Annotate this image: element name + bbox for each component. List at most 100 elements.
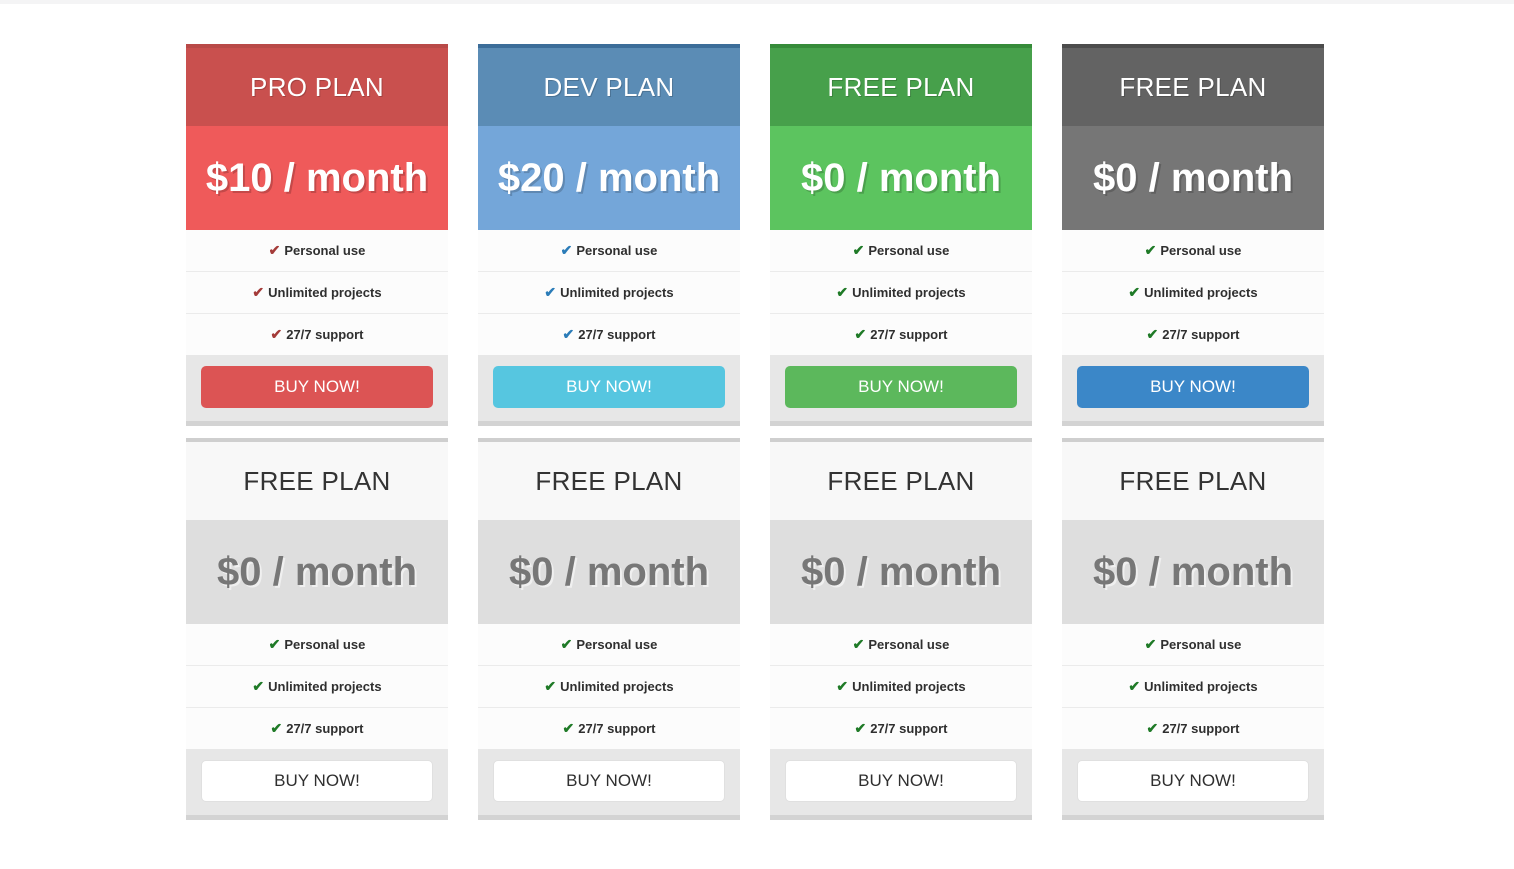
- feature-item: ✔ 27/7 support: [478, 313, 740, 355]
- plan-title: FREE PLAN: [186, 442, 448, 520]
- feature-item: ✔ Unlimited projects: [478, 665, 740, 707]
- feature-item: ✔ Personal use: [770, 230, 1032, 271]
- feature-list: ✔ Personal use ✔ Unlimited projects ✔ 27/7 …: [186, 230, 448, 355]
- card-footer: BUY NOW!: [1062, 355, 1324, 421]
- feature-label: Unlimited projects: [560, 285, 674, 300]
- buy-now-button[interactable]: BUY NOW!: [1077, 366, 1309, 408]
- check-icon: ✔: [252, 678, 265, 694]
- check-icon: ✔: [544, 284, 557, 300]
- buy-now-button[interactable]: BUY NOW!: [493, 760, 725, 802]
- feature-label: 27/7 support: [870, 327, 948, 342]
- feature-item: ✔ Personal use: [1062, 624, 1324, 665]
- pricing-card-dev-plan[interactable]: DEV PLAN $20 / month ✔ Personal use ✔ Unli…: [478, 44, 740, 426]
- check-icon: ✔: [268, 242, 281, 258]
- card-footer: BUY NOW!: [478, 749, 740, 815]
- pricing-card-free-plan-default-3[interactable]: FREE PLAN $0 / month ✔ Personal use ✔ Unli…: [770, 438, 1032, 820]
- feature-label: Personal use: [284, 243, 366, 258]
- pricing-card-free-plan-default-2[interactable]: FREE PLAN $0 / month ✔ Personal use ✔ Unli…: [478, 438, 740, 820]
- card-footer: BUY NOW!: [186, 355, 448, 421]
- check-icon: ✔: [1144, 636, 1157, 652]
- plan-price: $10 / month: [186, 126, 448, 230]
- check-icon: ✔: [544, 678, 557, 694]
- plan-title: FREE PLAN: [1062, 48, 1324, 126]
- pricing-card-free-plan-green[interactable]: FREE PLAN $0 / month ✔ Personal use ✔ Unli…: [770, 44, 1032, 426]
- feature-item: ✔ Personal use: [1062, 230, 1324, 271]
- feature-label: 27/7 support: [870, 721, 948, 736]
- buy-now-button[interactable]: BUY NOW!: [201, 760, 433, 802]
- feature-label: Personal use: [1160, 637, 1242, 652]
- plan-title: DEV PLAN: [478, 48, 740, 126]
- feature-label: Personal use: [576, 243, 658, 258]
- card-bottom-shadow: [478, 421, 740, 426]
- feature-list: ✔ Personal use ✔ Unlimited projects ✔ 27/7 …: [186, 624, 448, 749]
- feature-list: ✔ Personal use ✔ Unlimited projects ✔ 27/7 …: [478, 230, 740, 355]
- feature-item: ✔ Personal use: [478, 230, 740, 271]
- feature-label: Unlimited projects: [268, 679, 382, 694]
- feature-label: Personal use: [576, 637, 658, 652]
- feature-label: 27/7 support: [578, 327, 656, 342]
- plan-price: $0 / month: [1062, 126, 1324, 230]
- feature-item: ✔ Unlimited projects: [1062, 271, 1324, 313]
- check-icon: ✔: [270, 326, 283, 342]
- card-bottom-shadow: [770, 421, 1032, 426]
- feature-item: ✔ Unlimited projects: [186, 665, 448, 707]
- feature-item: ✔ 27/7 support: [478, 707, 740, 749]
- feature-item: ✔ Personal use: [770, 624, 1032, 665]
- card-footer: BUY NOW!: [186, 749, 448, 815]
- check-icon: ✔: [836, 678, 849, 694]
- feature-item: ✔ Personal use: [186, 230, 448, 271]
- buy-now-button[interactable]: BUY NOW!: [785, 366, 1017, 408]
- feature-item: ✔ Unlimited projects: [186, 271, 448, 313]
- feature-label: Personal use: [284, 637, 366, 652]
- card-bottom-shadow: [1062, 421, 1324, 426]
- buy-now-button[interactable]: BUY NOW!: [493, 366, 725, 408]
- card-footer: BUY NOW!: [1062, 749, 1324, 815]
- pricing-card-free-plan-default-1[interactable]: FREE PLAN $0 / month ✔ Personal use ✔ Unli…: [186, 438, 448, 820]
- pricing-grid: PRO PLAN $10 / month ✔ Personal use ✔ Unli…: [186, 44, 1328, 832]
- buy-now-button[interactable]: BUY NOW!: [1077, 760, 1309, 802]
- feature-label: 27/7 support: [1162, 721, 1240, 736]
- feature-list: ✔ Personal use ✔ Unlimited projects ✔ 27/7 …: [770, 624, 1032, 749]
- feature-item: ✔ 27/7 support: [186, 707, 448, 749]
- feature-list: ✔ Personal use ✔ Unlimited projects ✔ 27/7 …: [1062, 624, 1324, 749]
- check-icon: ✔: [852, 636, 865, 652]
- feature-item: ✔ Personal use: [186, 624, 448, 665]
- feature-item: ✔ 27/7 support: [770, 707, 1032, 749]
- feature-label: Unlimited projects: [1144, 679, 1258, 694]
- check-icon: ✔: [252, 284, 265, 300]
- plan-title: PRO PLAN: [186, 48, 448, 126]
- feature-label: 27/7 support: [578, 721, 656, 736]
- plan-price: $0 / month: [1062, 520, 1324, 624]
- feature-label: 27/7 support: [286, 721, 364, 736]
- check-icon: ✔: [1146, 720, 1159, 736]
- check-icon: ✔: [270, 720, 283, 736]
- feature-label: Personal use: [1160, 243, 1242, 258]
- pricing-row-1: PRO PLAN $10 / month ✔ Personal use ✔ Unli…: [186, 44, 1328, 426]
- feature-label: 27/7 support: [286, 327, 364, 342]
- feature-item: ✔ Unlimited projects: [770, 665, 1032, 707]
- pricing-card-pro-plan[interactable]: PRO PLAN $10 / month ✔ Personal use ✔ Unli…: [186, 44, 448, 426]
- check-icon: ✔: [1146, 326, 1159, 342]
- card-footer: BUY NOW!: [770, 355, 1032, 421]
- card-footer: BUY NOW!: [478, 355, 740, 421]
- check-icon: ✔: [268, 636, 281, 652]
- check-icon: ✔: [562, 720, 575, 736]
- plan-title: FREE PLAN: [770, 442, 1032, 520]
- card-bottom-shadow: [186, 421, 448, 426]
- feature-item: ✔ Unlimited projects: [770, 271, 1032, 313]
- card-footer: BUY NOW!: [770, 749, 1032, 815]
- check-icon: ✔: [562, 326, 575, 342]
- check-icon: ✔: [1128, 284, 1141, 300]
- pricing-card-free-plan-dark[interactable]: FREE PLAN $0 / month ✔ Personal use ✔ Unli…: [1062, 44, 1324, 426]
- feature-label: Unlimited projects: [268, 285, 382, 300]
- feature-label: Unlimited projects: [852, 679, 966, 694]
- check-icon: ✔: [852, 242, 865, 258]
- card-bottom-shadow: [770, 815, 1032, 820]
- pricing-card-free-plan-default-4[interactable]: FREE PLAN $0 / month ✔ Personal use ✔ Unli…: [1062, 438, 1324, 820]
- plan-price: $0 / month: [186, 520, 448, 624]
- check-icon: ✔: [836, 284, 849, 300]
- buy-now-button[interactable]: BUY NOW!: [785, 760, 1017, 802]
- buy-now-button[interactable]: BUY NOW!: [201, 366, 433, 408]
- feature-item: ✔ Personal use: [478, 624, 740, 665]
- feature-item: ✔ Unlimited projects: [1062, 665, 1324, 707]
